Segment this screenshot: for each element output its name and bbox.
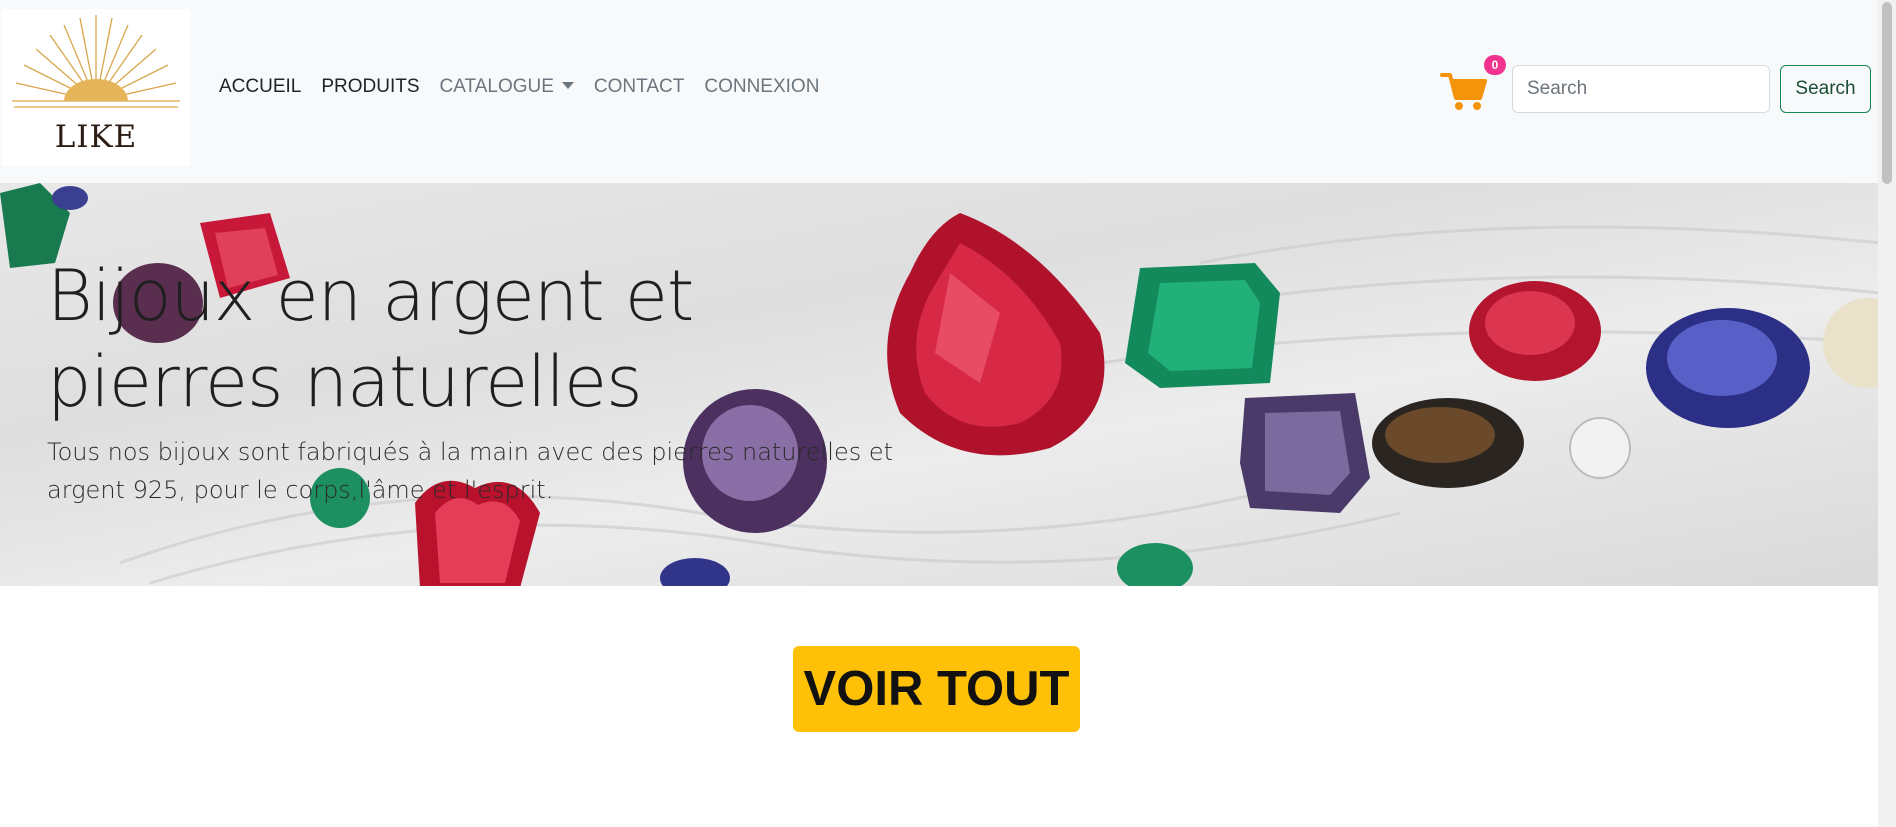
sunburst-logo-icon <box>12 15 180 108</box>
nav-produits[interactable]: PRODUITS <box>321 76 419 98</box>
caret-down-icon <box>561 82 574 89</box>
cart-count-badge: 0 <box>1484 55 1506 75</box>
hero-title: Bijoux en argent et pierres naturelles <box>47 255 694 423</box>
brand-name: LIKE <box>54 119 138 155</box>
scrollbar-thumb[interactable] <box>1882 2 1892 184</box>
nav-catalogue-label: CATALOGUE <box>439 76 554 97</box>
nav-accueil[interactable]: ACCUEIL <box>219 76 301 98</box>
hero-banner: Bijoux en argent et pierres naturelles T… <box>0 183 1886 586</box>
nav-connexion[interactable]: CONNEXION <box>704 76 819 98</box>
page-scrollbar[interactable] <box>1878 0 1896 827</box>
nav-catalogue-dropdown[interactable]: CATALOGUE <box>440 76 574 98</box>
navbar: LIKE ACCUEIL PRODUITS CATALOGUE CONTACT … <box>0 0 1878 183</box>
brand-logo[interactable]: LIKE <box>2 9 190 166</box>
voir-tout-button[interactable]: VOIR TOUT <box>793 646 1080 732</box>
search-input[interactable] <box>1512 65 1770 113</box>
nav-contact[interactable]: CONTACT <box>594 76 684 98</box>
cart-button[interactable] <box>1440 70 1488 112</box>
search-button[interactable]: Search <box>1780 65 1871 113</box>
hero-description: Tous nos bijoux sont fabriqués à la main… <box>47 438 894 504</box>
shopping-cart-icon <box>1440 73 1487 110</box>
main-nav: ACCUEIL PRODUITS CATALOGUE CONTACT CONNE… <box>219 76 839 98</box>
